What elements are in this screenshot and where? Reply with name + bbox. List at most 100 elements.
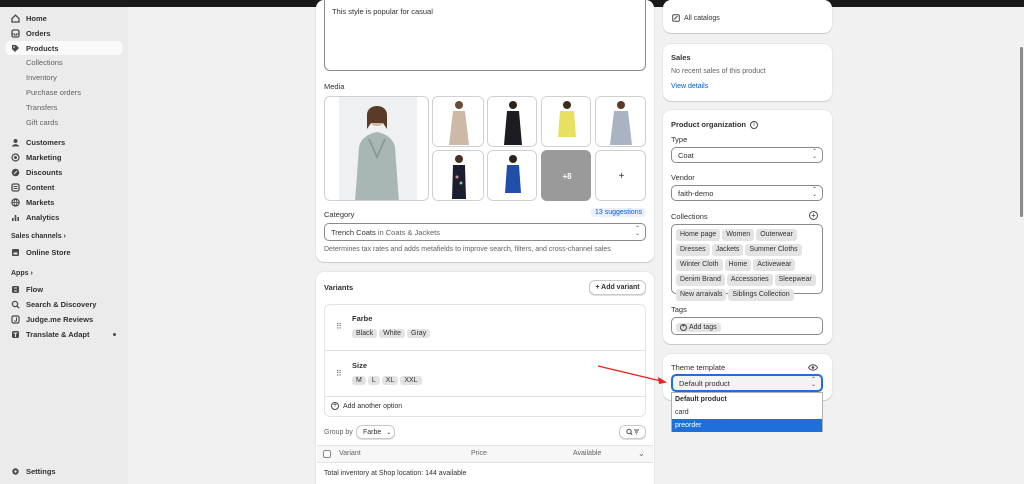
vendor-select[interactable]: faith-demo ⌃ ⌄	[671, 185, 823, 201]
collection-tag[interactable]: Sleepwear	[774, 274, 816, 286]
all-catalogs-item[interactable]: All catalogs	[672, 14, 720, 22]
collection-tag[interactable]: Dresses	[676, 244, 710, 256]
media-thumb-5[interactable]	[432, 150, 484, 201]
group-by-select[interactable]: Farbe ⌄	[356, 425, 395, 439]
option-value: Black	[352, 329, 378, 338]
sidebar-subitem-gift-cards[interactable]: Gift cards	[26, 116, 58, 129]
sidebar-item-orders[interactable]: Orders	[6, 26, 122, 40]
type-select[interactable]: Coat ⌃ ⌄	[671, 147, 823, 163]
group-by-label: Group by	[324, 429, 353, 436]
collection-tag[interactable]: Siblings Collection	[728, 289, 794, 301]
media-thumb-3[interactable]	[541, 96, 591, 147]
media-thumb-4[interactable]	[595, 96, 646, 147]
search-discovery-icon	[11, 300, 20, 309]
drag-handle-icon[interactable]: ⠿	[336, 322, 342, 331]
sidebar-item-flow[interactable]: Flow	[6, 282, 122, 296]
sidebar-item-translate-adapt[interactable]: Translate & Adapt	[6, 327, 122, 341]
scrollbar-thumb[interactable]	[1020, 47, 1023, 217]
sidebar-subitem-transfers[interactable]: Transfers	[26, 101, 57, 114]
media-thumb-2[interactable]	[487, 96, 537, 147]
content-icon	[11, 182, 20, 192]
sidebar-item-judgeme[interactable]: Judge.me Reviews	[6, 312, 122, 326]
collection-tag[interactable]: Denim Brand	[676, 274, 725, 286]
dropdown-option-preorder[interactable]: preorder	[672, 419, 822, 432]
tags-field[interactable]: + Add tags	[671, 317, 823, 335]
category-suggestions-badge[interactable]: 13 suggestions	[591, 208, 647, 217]
sales-title: Sales	[671, 53, 691, 62]
sidebar-item-settings[interactable]: Settings	[6, 464, 122, 478]
add-variant-button[interactable]: + Add variant	[589, 280, 646, 295]
add-collection-icon[interactable]: +	[809, 211, 818, 220]
sales-text: No recent sales of this product	[671, 68, 766, 75]
sidebar-subitem-collections[interactable]: Collections	[26, 56, 63, 69]
collection-tag[interactable]: Activewear	[753, 259, 796, 271]
sidebar-item-markets[interactable]: Markets	[6, 195, 122, 209]
flow-icon	[11, 285, 20, 294]
theme-template-dropdown: Default product card preorder	[671, 392, 823, 432]
add-another-option-button[interactable]: + Add another option	[331, 402, 402, 410]
type-value: Coat	[678, 150, 694, 160]
column-variant[interactable]: Variant	[339, 450, 361, 457]
chevron-down-icon[interactable]: ⌄	[638, 449, 645, 458]
sidebar-item-label: Products	[26, 43, 59, 53]
add-tags-button[interactable]: + Add tags	[676, 323, 721, 332]
sidebar-item-home[interactable]: Home	[6, 11, 122, 25]
chevron-down-icon: ⌄	[386, 429, 392, 436]
theme-template-label: Theme template	[671, 363, 726, 372]
sales-channels-heading[interactable]: Sales channels ›	[11, 233, 66, 240]
sidebar-subitem-purchase-orders[interactable]: Purchase orders	[26, 86, 81, 99]
collection-tag[interactable]: Home	[724, 259, 752, 271]
info-icon[interactable]: i	[750, 120, 758, 129]
theme-template-value: Default product	[679, 378, 730, 388]
media-thumb-1[interactable]	[432, 96, 484, 147]
vendor-value: faith-demo	[678, 188, 714, 198]
media-more-button[interactable]: +8	[541, 150, 591, 201]
all-catalogs-label: All catalogs	[684, 14, 720, 22]
dropdown-option-card[interactable]: card	[672, 406, 822, 419]
globe-icon	[11, 197, 20, 207]
eye-icon[interactable]	[808, 364, 818, 371]
collection-tag[interactable]: Home page	[676, 229, 721, 241]
collection-tag[interactable]: Winter Cloth	[676, 259, 723, 271]
collection-tag[interactable]: Accessories	[726, 274, 773, 286]
sidebar-item-discounts[interactable]: Discounts	[6, 165, 122, 179]
sidebar-item-customers[interactable]: Customers	[6, 135, 122, 149]
drag-handle-icon[interactable]: ⠿	[336, 369, 342, 378]
select-all-checkbox[interactable]	[323, 450, 331, 458]
select-chevron-icon: ⌃ ⌄	[811, 149, 817, 160]
media-add-button[interactable]: +	[595, 150, 646, 201]
column-available[interactable]: Available	[573, 450, 601, 457]
theme-template-select[interactable]: Default product ⌃ ⌄	[671, 374, 823, 392]
collection-tag[interactable]: Women	[722, 229, 755, 241]
search-filter-button[interactable]	[619, 425, 646, 439]
sidebar-subitem-inventory[interactable]: Inventory	[26, 71, 57, 84]
sidebar-item-search-discovery[interactable]: Search & Discovery	[6, 297, 122, 311]
sidebar-item-products[interactable]: Products	[6, 41, 122, 55]
view-details-link[interactable]: View details	[671, 83, 708, 90]
vendor-label: Vendor	[671, 173, 695, 182]
column-price[interactable]: Price	[471, 450, 487, 457]
apps-heading[interactable]: Apps ›	[11, 270, 33, 277]
sidebar-item-marketing[interactable]: Marketing	[6, 150, 122, 164]
tag-icon	[11, 44, 20, 53]
media-main-image[interactable]	[324, 96, 429, 201]
collections-field[interactable]: Home page Women Outerwear Dresses Jackets Sum…	[671, 224, 823, 301]
add-tags-label: Add tags	[689, 324, 717, 331]
description-editor[interactable]: This style is popular for casual	[324, 0, 646, 71]
sidebar-item-label: Home	[26, 13, 47, 23]
option-name-size: Size	[352, 361, 368, 370]
category-select[interactable]: Trench Coats in Coats & Jackets ⌃ ⌄	[324, 223, 646, 241]
collection-tag[interactable]: Outerwear	[756, 229, 797, 241]
sidebar-item-analytics[interactable]: Analytics	[6, 210, 122, 224]
collection-tag[interactable]: Summer Cloths	[745, 244, 802, 256]
collection-tag[interactable]: Jackets	[711, 244, 744, 256]
sidebar-item-online-store[interactable]: Online Store	[6, 245, 122, 259]
collection-tag[interactable]: New arraivals	[676, 289, 727, 301]
media-thumb-6[interactable]	[487, 150, 537, 201]
total-inventory-text: Total inventory at Shop location: 144 av…	[324, 470, 467, 477]
sidebar-item-content[interactable]: Content	[6, 180, 122, 194]
select-chevron-icon: ⌃ ⌄	[634, 226, 640, 237]
category-help-text: Determines tax rates and adds metafields…	[324, 246, 611, 253]
dropdown-option-default-product[interactable]: Default product	[672, 393, 822, 406]
sidebar-item-label: Translate & Adapt	[26, 329, 90, 339]
